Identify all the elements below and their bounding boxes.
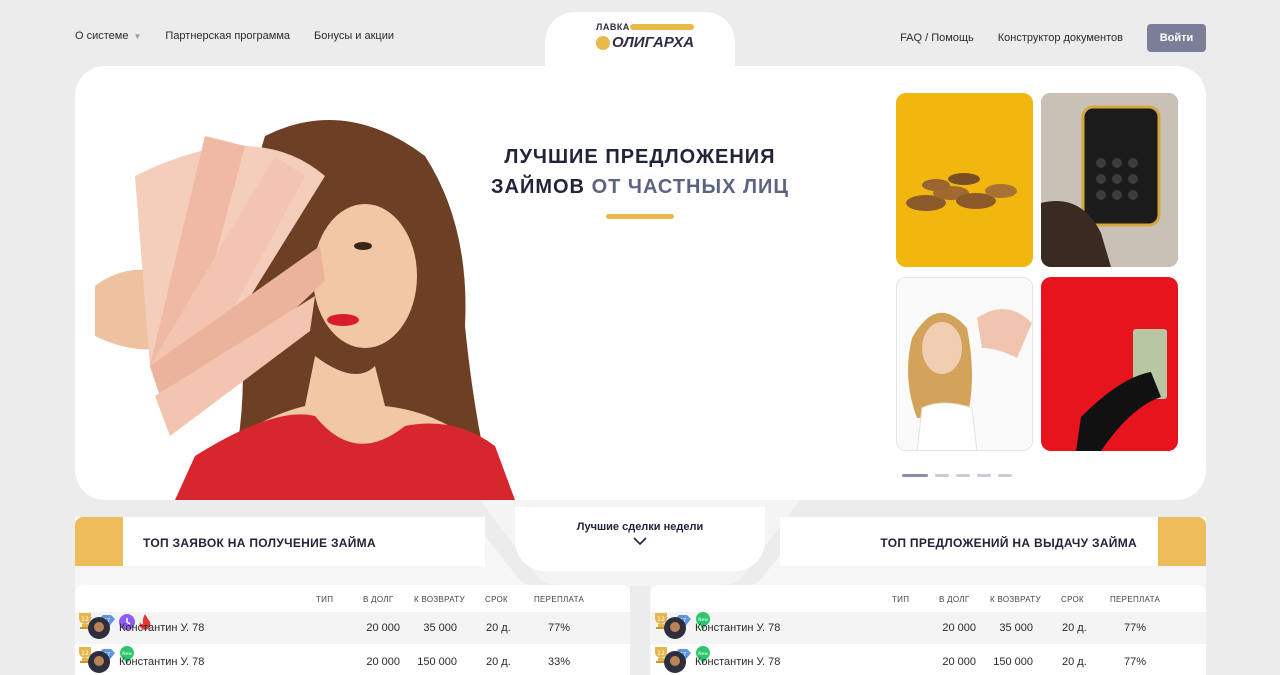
avatar: [664, 617, 686, 639]
loan-requests-header: ТОП ЗАЯВОК НА ПОЛУЧЕНИЕ ЗАЙМА: [75, 517, 485, 566]
level-value: 12: [81, 650, 89, 657]
gallery-thumb-dollars[interactable]: [1041, 277, 1178, 451]
return-value: 35 000: [999, 622, 1033, 634]
level-value: 12: [657, 650, 665, 657]
slider-dot-2[interactable]: [935, 474, 949, 477]
table-row[interactable]: Константин У. 78 12 17 20 000 150 000 20…: [651, 646, 1206, 675]
user-name: Константин У. 78: [119, 622, 205, 634]
login-button[interactable]: Войти: [1147, 24, 1206, 52]
col-term: СРОК: [1061, 595, 1085, 604]
gallery-thumb-calculator[interactable]: [1041, 93, 1178, 267]
logo-text-top: ЛАВКА: [596, 22, 630, 32]
slider-dot-4[interactable]: [977, 474, 991, 477]
logo-bar-icon: [630, 24, 694, 30]
return-value: 35 000: [423, 622, 457, 634]
user-name: Константин У. 78: [695, 622, 781, 634]
overpay-value: 77%: [548, 622, 571, 634]
avatar: [664, 651, 686, 673]
loan-requests-title: ТОП ЗАЯВОК НА ПОЛУЧЕНИЕ ЗАЙМА: [143, 536, 376, 550]
loan-offers-header: ТОП ПРЕДЛОЖЕНИЙ НА ВЫДАЧУ ЗАЙМА: [780, 517, 1206, 566]
overpay-value: 33%: [548, 656, 571, 668]
user-name: Константин У. 78: [119, 656, 205, 668]
level-value: 12: [81, 616, 89, 623]
chevron-down-icon: [633, 537, 647, 545]
avatar: [88, 651, 110, 673]
debt-value: 20 000: [366, 622, 400, 634]
slider-pagination: [902, 474, 1012, 477]
debt-value: 20 000: [942, 656, 976, 668]
hero-title-line1: ЛУЧШИЕ ПРЕДЛОЖЕНИЯ: [504, 146, 776, 168]
hero-underline: [606, 214, 674, 219]
term-value: 20 д.: [486, 622, 511, 634]
loan-offers-table: ТИП В ДОЛГ К ВОЗВРАТУ СРОК ПЕРЕПЛАТА Кон…: [651, 585, 1206, 675]
term-value: 20 д.: [1062, 622, 1087, 634]
coin-icon: [596, 36, 610, 50]
woman-with-money-image: [95, 120, 515, 500]
menu-partner-program[interactable]: Партнерская программа: [165, 30, 290, 42]
slider-dot-1[interactable]: [902, 474, 928, 477]
overpay-value: 77%: [1124, 622, 1147, 634]
level-value: 12: [657, 616, 665, 623]
user-name: Константин У. 78: [695, 656, 781, 668]
hero-title-line2: ЗАЙМОВ: [490, 176, 592, 198]
menu-about-label: О системе: [75, 30, 129, 42]
table-header: ТИП В ДОЛГ К ВОЗВРАТУ СРОК ПЕРЕПЛАТА: [651, 595, 1206, 607]
menu-bonuses[interactable]: Бонусы и акции: [314, 30, 394, 42]
slider-dot-5[interactable]: [998, 474, 1012, 477]
coins-image: [906, 173, 1017, 211]
return-value: 150 000: [993, 656, 1033, 668]
overpay-value: 77%: [1124, 656, 1147, 668]
col-debt: В ДОЛГ: [939, 595, 970, 604]
term-value: 20 д.: [1062, 656, 1087, 668]
col-term: СРОК: [485, 595, 509, 604]
debt-value: 20 000: [366, 656, 400, 668]
return-value: 150 000: [417, 656, 457, 668]
col-type: ТИП: [892, 595, 910, 604]
woman-with-cash-image: [908, 309, 1032, 450]
col-return: К ВОЗВРАТУ: [990, 595, 1041, 604]
menu-faq[interactable]: FAQ / Помощь: [900, 32, 974, 44]
col-return: К ВОЗВРАТУ: [414, 595, 465, 604]
table-header: ТИП В ДОЛГ К ВОЗВРАТУ СРОК ПЕРЕПЛАТА: [75, 595, 630, 607]
gallery-thumb-coins[interactable]: [896, 93, 1033, 267]
col-type: ТИП: [316, 595, 334, 604]
col-overpay: ПЕРЕПЛАТА: [1110, 595, 1161, 604]
site-logo[interactable]: ЛАВКА ОЛИГАРХА: [596, 20, 700, 54]
menu-document-builder[interactable]: Конструктор документов: [998, 32, 1123, 44]
table-row[interactable]: Константин У. 78 12 17 20 000 150 000 20…: [75, 646, 630, 675]
hero-banner: ЛУЧШИЕ ПРЕДЛОЖЕНИЯ ЗАЙМОВ ОТ ЧАСТНЫХ ЛИЦ: [75, 66, 1206, 500]
col-debt: В ДОЛГ: [363, 595, 394, 604]
menu-about[interactable]: О системе ▼: [75, 30, 141, 42]
accent-stripe: [75, 517, 123, 566]
chevron-down-icon: ▼: [133, 32, 142, 41]
best-deals-label: Лучшие сделки недели: [576, 521, 704, 533]
avatar: [88, 617, 110, 639]
best-deals-toggle[interactable]: Лучшие сделки недели: [515, 507, 765, 571]
loan-requests-table: ТИП В ДОЛГ К ВОЗВРАТУ СРОК ПЕРЕПЛАТА Кон…: [75, 585, 630, 675]
gallery-thumb-woman-cash[interactable]: [896, 277, 1033, 451]
dollars-hand-image: [1076, 329, 1167, 451]
main-menu: О системе ▼ Партнерская программа Бонусы …: [75, 30, 394, 42]
logo-text-bottom: ОЛИГАРХА: [612, 34, 695, 51]
debt-value: 20 000: [942, 622, 976, 634]
hero-title: ЛУЧШИЕ ПРЕДЛОЖЕНИЯ ЗАЙМОВ ОТ ЧАСТНЫХ ЛИЦ: [460, 142, 820, 202]
table-row[interactable]: Константин У. 78 12 17 20 000 35 000 20 …: [651, 612, 1206, 644]
calculator-phone-image: [1041, 93, 1178, 267]
table-row[interactable]: Константин У. 78 12 17 20 000 35 000 20 …: [75, 612, 630, 644]
slider-dot-3[interactable]: [956, 474, 970, 477]
accent-stripe: [1158, 517, 1206, 566]
secondary-menu: FAQ / Помощь Конструктор документов Войт…: [900, 24, 1206, 52]
term-value: 20 д.: [486, 656, 511, 668]
col-overpay: ПЕРЕПЛАТА: [534, 595, 585, 604]
loan-offers-title: ТОП ПРЕДЛОЖЕНИЙ НА ВЫДАЧУ ЗАЙМА: [880, 536, 1137, 550]
hero-title-accent: ОТ ЧАСТНЫХ ЛИЦ: [591, 176, 789, 198]
